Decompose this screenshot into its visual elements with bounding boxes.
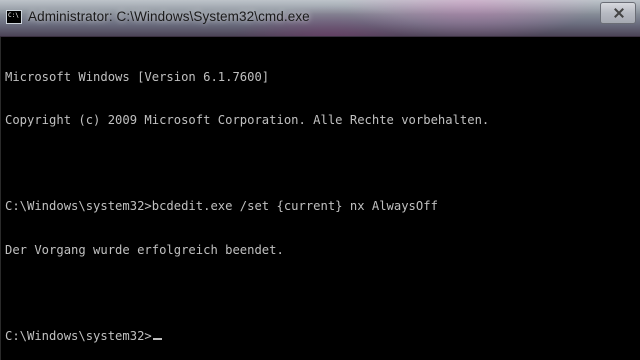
cmd-icon-label: C:\ — [8, 12, 19, 19]
title-bar[interactable]: C:\ Administrator: C:\Windows\System32\c… — [0, 0, 640, 37]
window-title: Administrator: C:\Windows\System32\cmd.e… — [28, 9, 310, 24]
console-area[interactable]: Microsoft Windows [Version 6.1.7600] Cop… — [0, 37, 640, 360]
console-prompt: C:\Windows\system32> — [5, 329, 152, 344]
console-line: C:\Windows\system32>bcdedit.exe /set {cu… — [5, 199, 438, 214]
console-line: Copyright (c) 2009 Microsoft Corporation… — [5, 113, 490, 128]
cmd-icon[interactable]: C:\ — [6, 10, 22, 24]
console-prompt-line[interactable]: C:\Windows\system32> — [5, 329, 489, 343]
console-line: Microsoft Windows [Version 6.1.7600] — [5, 69, 270, 84]
text-cursor — [152, 338, 162, 341]
console-line: Der Vorgang wurde erfolgreich beendet. — [5, 242, 284, 257]
console-output: Microsoft Windows [Version 6.1.7600] Cop… — [5, 41, 489, 360]
cmd-window: C:\ Administrator: C:\Windows\System32\c… — [0, 0, 640, 360]
close-button[interactable] — [600, 2, 636, 24]
